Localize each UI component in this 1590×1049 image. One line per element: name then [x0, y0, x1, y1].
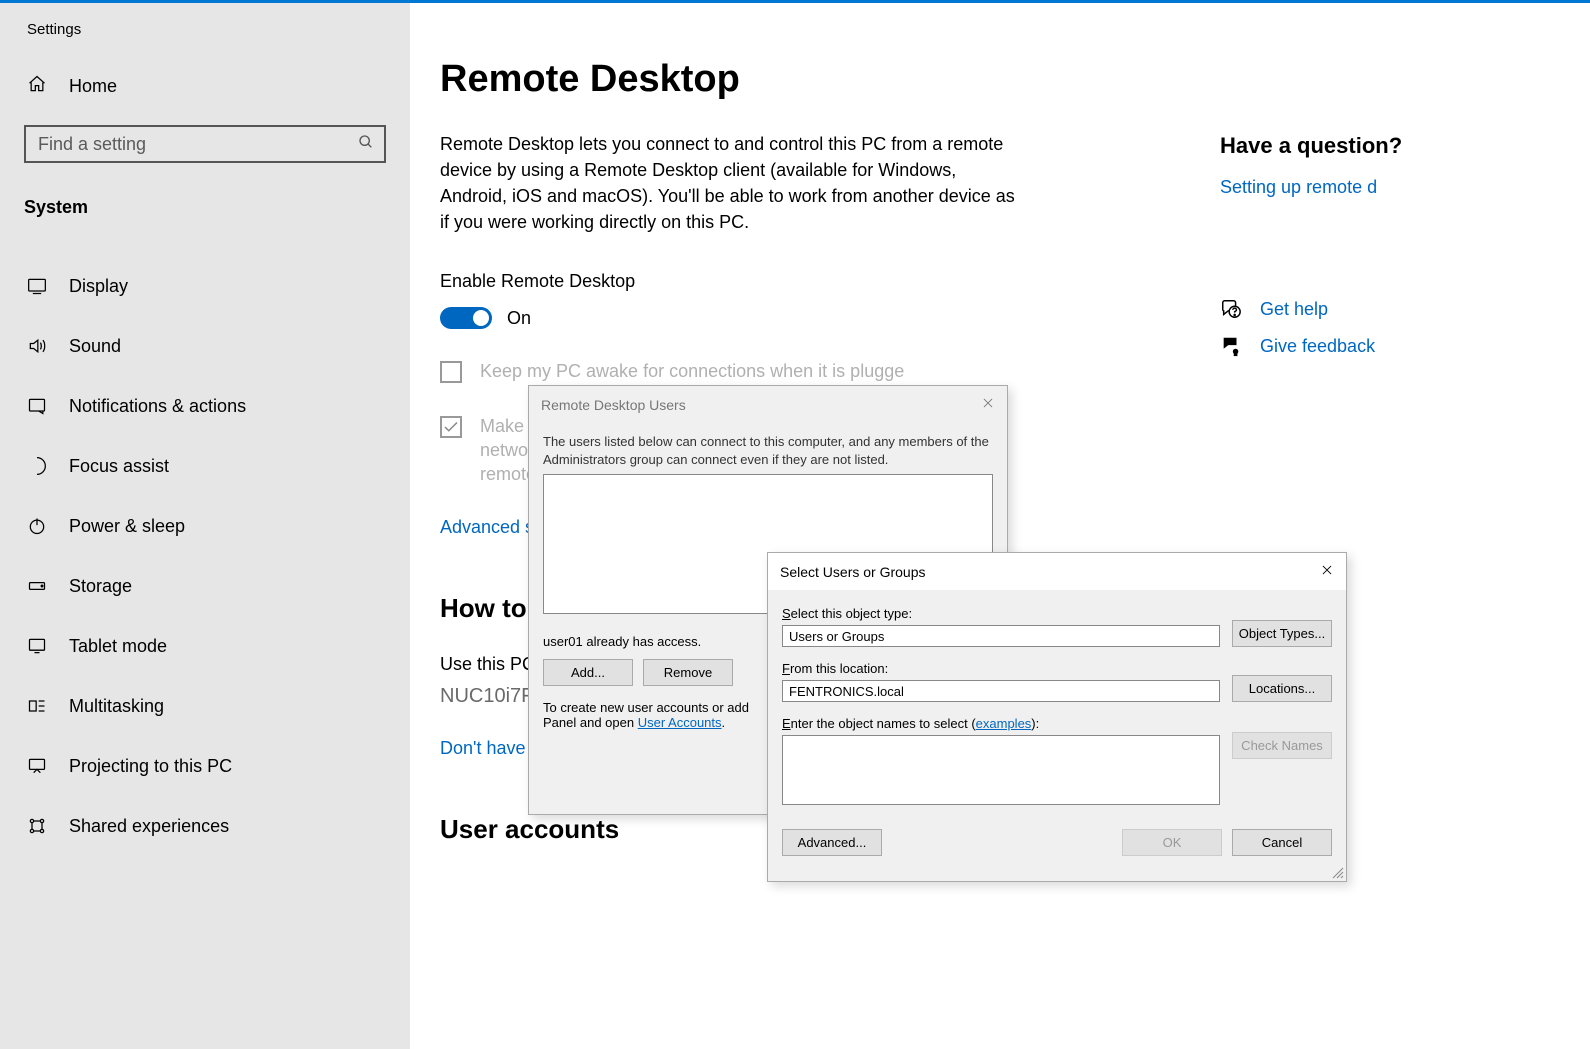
dont-have-link[interactable]: Don't have: [440, 738, 526, 758]
display-icon: [27, 276, 47, 296]
check-names-button[interactable]: Check Names: [1232, 732, 1332, 759]
toggle-state: On: [507, 308, 531, 329]
dialog-title: Select Users or Groups: [780, 564, 926, 580]
multitasking-icon: [27, 696, 47, 716]
add-user-button[interactable]: Add...: [543, 659, 633, 686]
page-description: Remote Desktop lets you connect to and c…: [440, 131, 1020, 235]
sidebar-item-label: Sound: [69, 336, 121, 357]
dialog-titlebar[interactable]: Remote Desktop Users: [529, 386, 1007, 423]
keep-awake-label: Keep my PC awake for connections when it…: [480, 359, 904, 383]
object-names-textarea[interactable]: [782, 735, 1220, 805]
cancel-button[interactable]: Cancel: [1232, 829, 1332, 856]
help-icon: [1220, 298, 1242, 320]
close-icon[interactable]: [981, 396, 995, 413]
sidebar-item-sound[interactable]: Sound: [0, 316, 410, 376]
sidebar-item-display[interactable]: Display: [0, 256, 410, 316]
home-nav[interactable]: Home: [0, 56, 410, 117]
shared-icon: [27, 816, 47, 836]
rail-question-heading: Have a question?: [1220, 133, 1590, 177]
examples-link[interactable]: examples: [976, 716, 1032, 731]
ok-button[interactable]: OK: [1122, 829, 1222, 856]
sidebar-item-notifications[interactable]: Notifications & actions: [0, 376, 410, 436]
dialog-titlebar[interactable]: Select Users or Groups: [768, 553, 1346, 590]
sidebar-item-label: Tablet mode: [69, 636, 167, 657]
app-title: Settings: [0, 3, 410, 56]
search-input-wrap[interactable]: [24, 125, 386, 163]
dialog-title: Remote Desktop Users: [541, 397, 686, 413]
power-icon: [27, 516, 47, 536]
rail-setup-link[interactable]: Setting up remote d: [1220, 177, 1590, 198]
sound-icon: [27, 336, 47, 356]
sidebar-item-shared[interactable]: Shared experiences: [0, 796, 410, 856]
sidebar-item-label: Shared experiences: [69, 816, 229, 837]
rail-feedback[interactable]: Give feedback: [1220, 320, 1590, 357]
location-label: From this location:: [782, 655, 1220, 680]
advanced-settings-link[interactable]: Advanced s: [440, 517, 534, 537]
home-icon: [27, 74, 47, 99]
object-types-button[interactable]: Object Types...: [1232, 620, 1332, 647]
close-icon[interactable]: [1320, 563, 1334, 580]
help-rail: Have a question? Setting up remote d Get…: [1220, 3, 1590, 357]
home-label: Home: [69, 76, 117, 97]
rail-get-help[interactable]: Get help: [1220, 283, 1590, 320]
sidebar-item-label: Storage: [69, 576, 132, 597]
sidebar-item-projecting[interactable]: Projecting to this PC: [0, 736, 410, 796]
sidebar-item-label: Multitasking: [69, 696, 164, 717]
rail-feedback-label: Give feedback: [1260, 336, 1375, 357]
tablet-icon: [27, 636, 47, 656]
projecting-icon: [27, 756, 47, 776]
enable-toggle[interactable]: [440, 307, 492, 329]
sidebar-item-focus[interactable]: Focus assist: [0, 436, 410, 496]
sidebar-item-label: Projecting to this PC: [69, 756, 232, 777]
location-field[interactable]: [782, 680, 1220, 702]
feedback-icon: [1220, 335, 1242, 357]
dialog-description: The users listed below can connect to th…: [543, 433, 993, 468]
sidebar-item-label: Power & sleep: [69, 516, 185, 537]
keep-awake-checkbox[interactable]: [440, 361, 462, 383]
notifications-icon: [27, 396, 47, 416]
advanced-button[interactable]: Advanced...: [782, 829, 882, 856]
search-input[interactable]: [36, 133, 358, 156]
focus-icon: [27, 456, 47, 476]
remove-user-button[interactable]: Remove: [643, 659, 733, 686]
section-label: System: [0, 163, 410, 228]
resize-grip-icon[interactable]: [1332, 867, 1344, 879]
rail-get-help-label: Get help: [1260, 299, 1328, 320]
locations-button[interactable]: Locations...: [1232, 675, 1332, 702]
select-users-dialog: Select Users or Groups Select this objec…: [767, 552, 1347, 882]
sidebar-item-tablet[interactable]: Tablet mode: [0, 616, 410, 676]
sidebar-item-label: Focus assist: [69, 456, 169, 477]
sidebar-item-label: Display: [69, 276, 128, 297]
network-discover-checkbox[interactable]: [440, 416, 462, 438]
user-accounts-link[interactable]: User Accounts: [638, 715, 722, 730]
object-type-field[interactable]: [782, 625, 1220, 647]
sidebar-item-storage[interactable]: Storage: [0, 556, 410, 616]
settings-sidebar: Settings Home System Display Sound Notif…: [0, 3, 410, 1049]
search-icon: [358, 134, 374, 154]
storage-icon: [27, 576, 47, 596]
names-label: Enter the object names to select (exampl…: [782, 710, 1220, 735]
sidebar-item-power[interactable]: Power & sleep: [0, 496, 410, 556]
sidebar-item-label: Notifications & actions: [69, 396, 246, 417]
sidebar-item-multitasking[interactable]: Multitasking: [0, 676, 410, 736]
object-type-label: Select this object type:: [782, 600, 1220, 625]
